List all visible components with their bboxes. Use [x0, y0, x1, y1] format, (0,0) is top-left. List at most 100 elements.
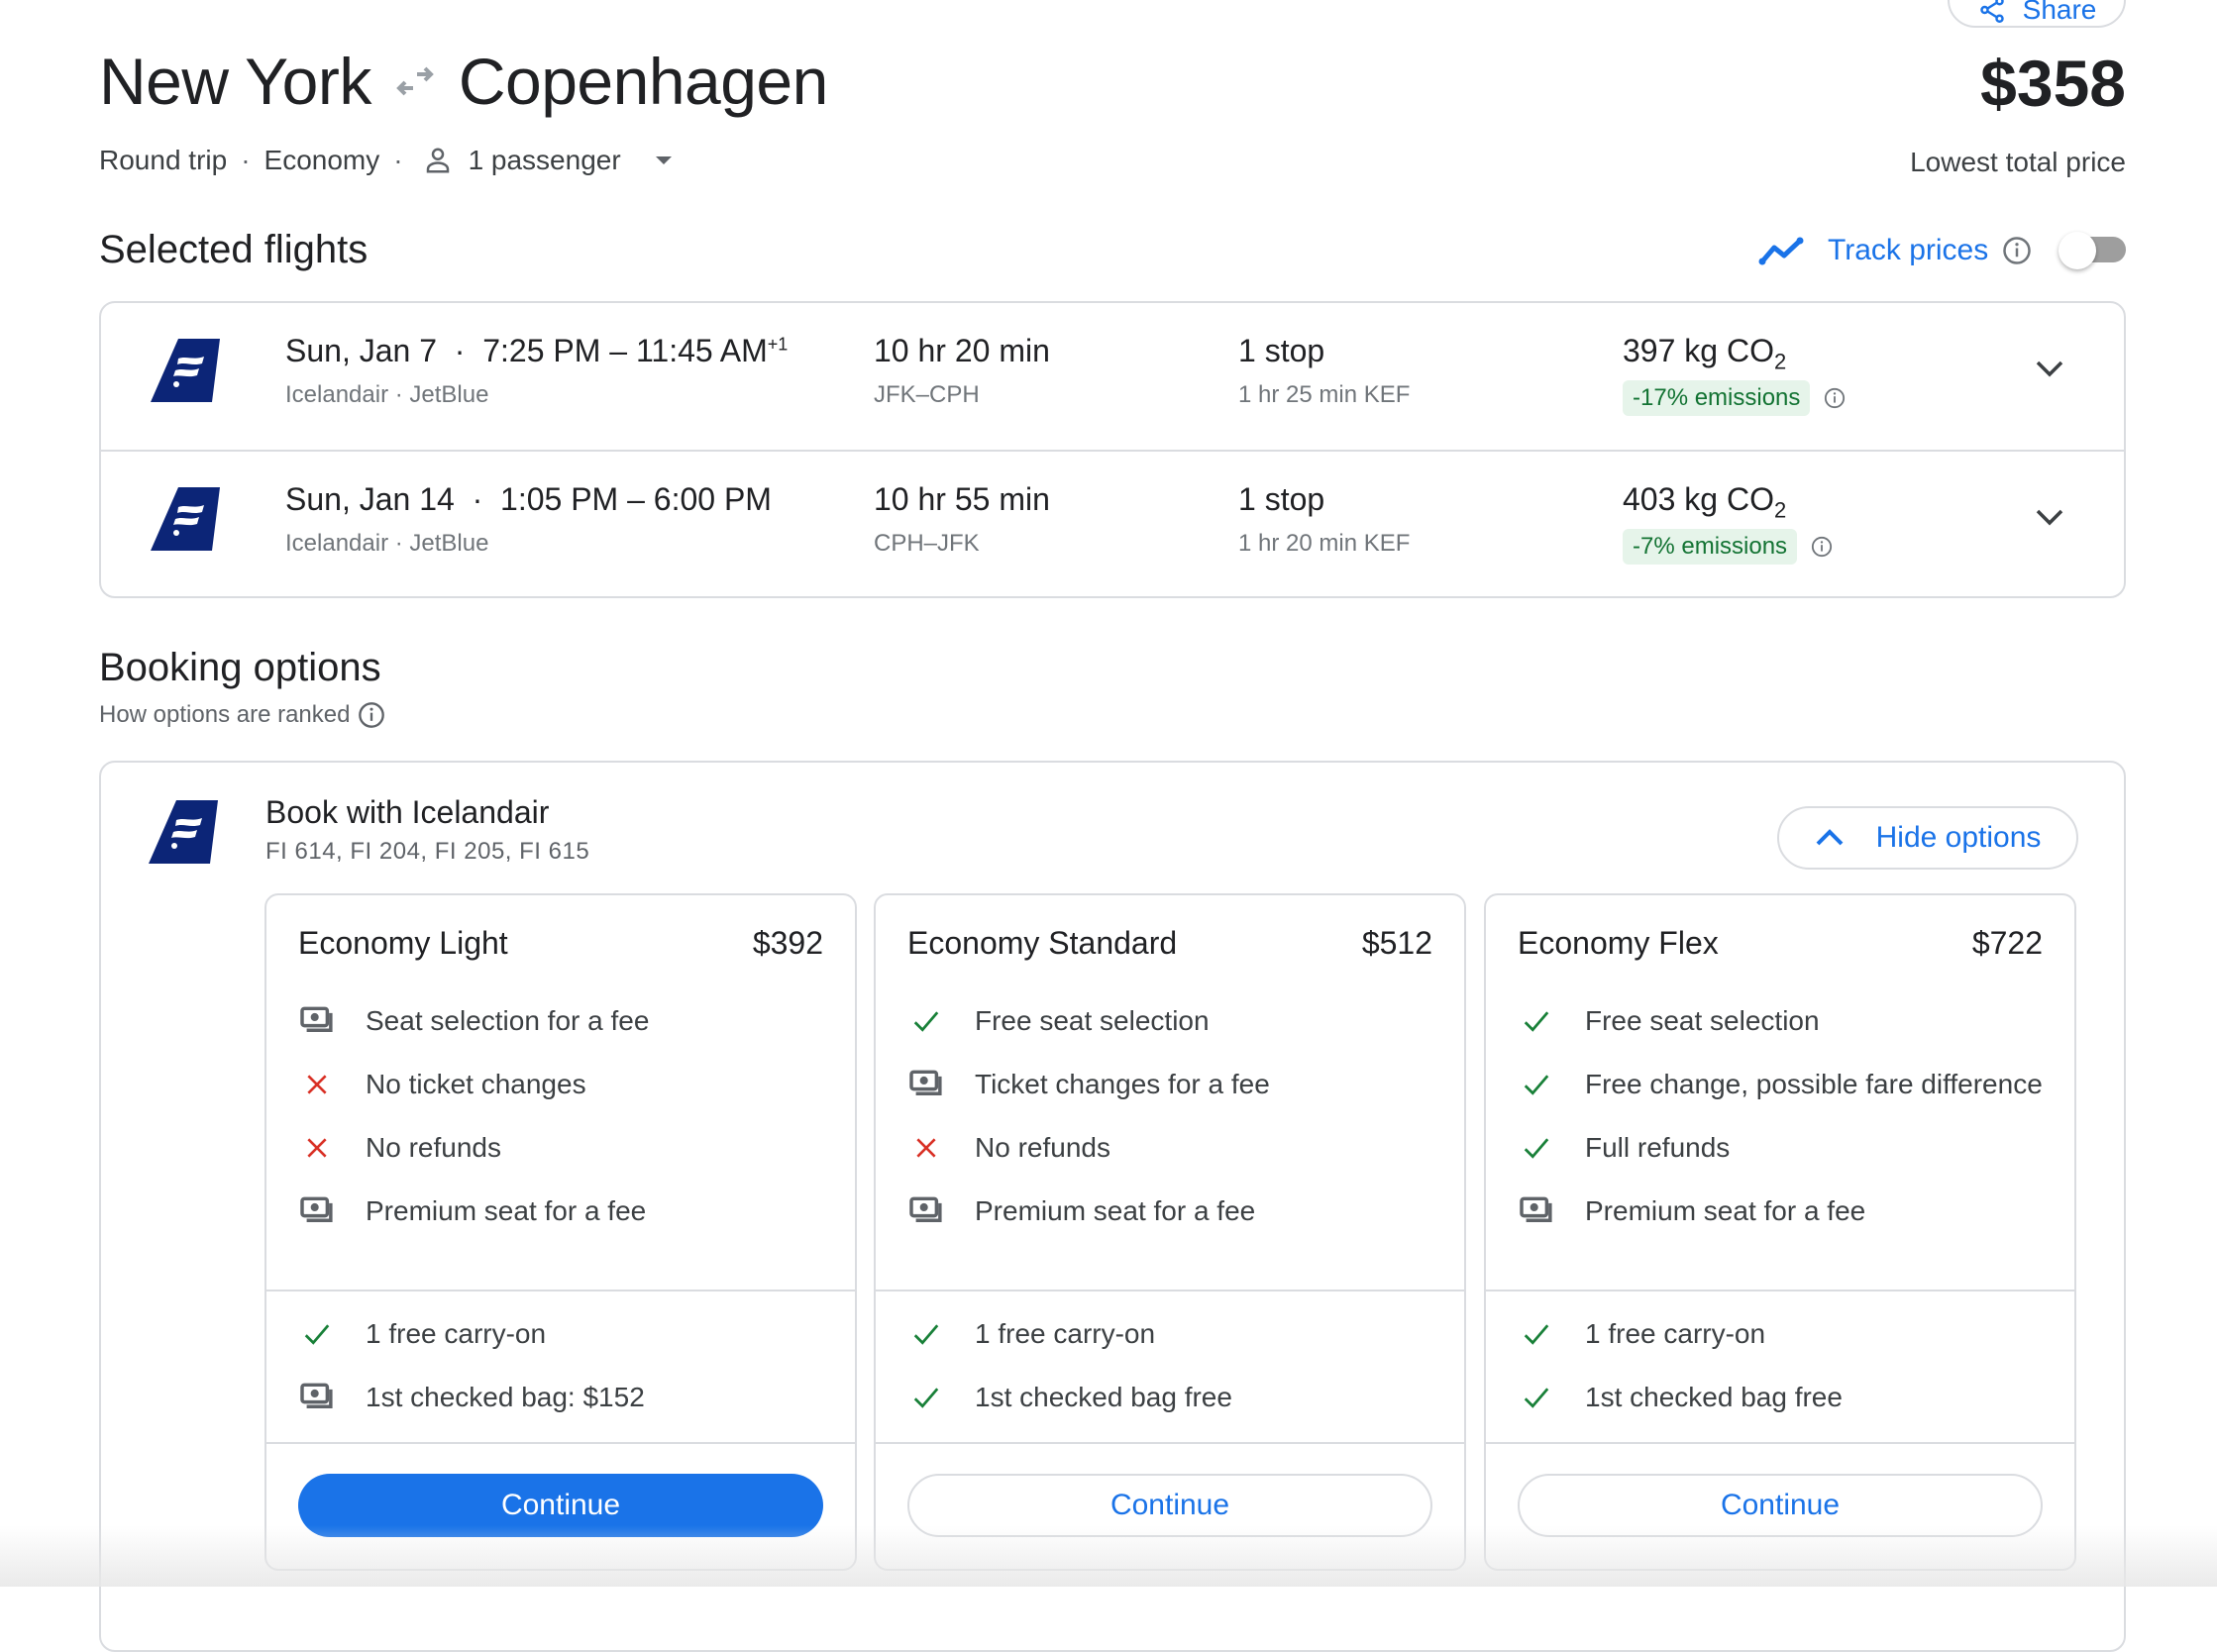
fare-feature: Free change, possible fare difference	[1518, 1066, 2043, 1103]
fare-price: $392	[752, 925, 823, 961]
baggage-feature: 1st checked bag free	[907, 1379, 1432, 1416]
lowest-price: $358	[1980, 47, 2126, 120]
fare-feature: Seat selection for a fee	[298, 1002, 823, 1040]
separator: ·	[393, 145, 403, 175]
share-button[interactable]: Share	[1948, 0, 2126, 28]
baggage-text: 1st checked bag free	[1585, 1382, 1843, 1412]
baggage-feature: 1st checked bag free	[1518, 1379, 2043, 1416]
booking-provider: Book with Icelandair	[265, 794, 550, 830]
icelandair-logo-icon	[151, 339, 220, 402]
fare-feature: Free seat selection	[907, 1002, 1432, 1040]
flight-date-time: Sun, Jan 7 · 7:25 PM – 11:45 AM+1	[285, 333, 788, 369]
fare-feature: Free seat selection	[1518, 1002, 2043, 1040]
divider	[266, 1290, 855, 1291]
trip-options: Round trip · Economy · 1 passenger	[99, 145, 673, 176]
round-trip-arrows-icon	[393, 64, 437, 98]
money-fee-icon	[298, 1379, 336, 1416]
fare-feature: Ticket changes for a fee	[907, 1066, 1432, 1103]
check-icon	[907, 1315, 945, 1353]
trip-type[interactable]: Round trip	[99, 145, 227, 176]
lowest-price-label: Lowest total price	[1910, 147, 2126, 177]
fare-header: Economy Standard $512	[907, 925, 1432, 962]
feature-text: Premium seat for a fee	[366, 1195, 647, 1226]
passenger-selector[interactable]: 1 passenger	[423, 145, 673, 176]
flight-route: CPH–JFK	[874, 530, 980, 557]
ranking-info[interactable]: How options are ranked	[99, 701, 385, 729]
flight-numbers: FI 614, FI 204, FI 205, FI 615	[265, 838, 590, 865]
fare-name: Economy Standard	[907, 925, 1178, 961]
feature-text: Premium seat for a fee	[1585, 1195, 1866, 1226]
day-offset: +1	[767, 334, 789, 355]
fare-feature: Premium seat for a fee	[1518, 1192, 2043, 1230]
flight-times: 7:25 PM – 11:45 AM	[482, 333, 768, 368]
fare-feature: No refunds	[907, 1129, 1432, 1167]
emissions-badge: -7% emissions	[1623, 529, 1798, 566]
co2-subscript: 2	[1773, 349, 1787, 374]
check-icon	[1518, 1129, 1555, 1167]
baggage-feature: 1 free carry-on	[907, 1315, 1432, 1353]
person-icon	[423, 146, 453, 175]
money-fee-icon	[907, 1066, 945, 1103]
track-prices[interactable]: Track prices	[1758, 234, 2032, 267]
booking-options-heading: Booking options	[99, 646, 381, 689]
origin-city: New York	[99, 45, 371, 118]
fare-header: Economy Flex $722	[1518, 925, 2043, 962]
baggage-feature: 1 free carry-on	[298, 1315, 823, 1353]
share-label: Share	[2022, 0, 2097, 25]
expand-chevron-down-icon[interactable]	[2035, 507, 2064, 527]
destination-city: Copenhagen	[458, 45, 829, 118]
co2-amount: 397 kg CO2	[1623, 333, 1846, 374]
feature-text: Seat selection for a fee	[366, 1005, 650, 1036]
baggage-features: 1 free carry-on 1st checked bag free	[1518, 1315, 2043, 1442]
money-fee-icon	[1518, 1192, 1555, 1230]
close-x-icon	[298, 1129, 336, 1167]
continue-button[interactable]: Continue	[298, 1474, 823, 1537]
check-icon	[1518, 1315, 1555, 1353]
info-icon[interactable]	[358, 701, 385, 729]
feature-text: Free change, possible fare difference	[1585, 1069, 2043, 1099]
track-prices-toggle[interactable]	[2059, 232, 2128, 269]
co2-amount: 403 kg CO2	[1623, 481, 1833, 523]
baggage-text: 1st checked bag free	[975, 1382, 1232, 1412]
co2-value: 403 kg CO	[1623, 481, 1774, 517]
feature-text: No ticket changes	[366, 1069, 586, 1099]
selected-flights-heading: Selected flights	[99, 228, 369, 271]
info-icon[interactable]	[2002, 236, 2032, 265]
info-icon[interactable]	[1811, 536, 1833, 558]
co2-subscript: 2	[1773, 497, 1787, 523]
flight-date-time: Sun, Jan 14 · 1:05 PM – 6:00 PM	[285, 481, 772, 518]
feature-text: Full refunds	[1585, 1132, 1731, 1163]
expand-chevron-down-icon[interactable]	[2035, 359, 2064, 378]
flight-row[interactable]: Sun, Jan 14 · 1:05 PM – 6:00 PM Icelanda…	[101, 450, 2124, 598]
info-icon[interactable]	[1824, 387, 1846, 409]
icelandair-logo-icon	[151, 487, 220, 551]
continue-button[interactable]: Continue	[907, 1474, 1432, 1537]
toggle-thumb	[2059, 232, 2096, 269]
separator: ·	[463, 481, 492, 517]
baggage-feature: 1st checked bag: $152	[298, 1379, 823, 1416]
flight-duration: 10 hr 55 min	[874, 481, 1050, 517]
fare-card-economy-flex: Economy Flex $722 Free seat selection Free …	[1484, 893, 2076, 1571]
flight-times: 1:05 PM – 6:00 PM	[500, 481, 772, 517]
separator: ·	[445, 333, 475, 368]
baggage-features: 1 free carry-on 1st checked bag: $152	[298, 1315, 823, 1442]
airlines: Icelandair · JetBlue	[285, 381, 489, 408]
divider	[266, 1442, 855, 1444]
flight-duration: 10 hr 20 min	[874, 333, 1050, 368]
baggage-text: 1 free carry-on	[1585, 1318, 1766, 1349]
cabin-class[interactable]: Economy	[264, 145, 380, 176]
separator: ·	[241, 145, 251, 175]
share-icon	[1977, 0, 2007, 25]
fare-feature: Premium seat for a fee	[298, 1192, 823, 1230]
money-fee-icon	[298, 1192, 336, 1230]
baggage-text: 1 free carry-on	[366, 1318, 547, 1349]
continue-button[interactable]: Continue	[1518, 1474, 2043, 1537]
fare-feature: No ticket changes	[298, 1066, 823, 1103]
hide-options-button[interactable]: Hide options	[1777, 806, 2078, 870]
fare-features: Free seat selection Free change, possible…	[1518, 1002, 2043, 1256]
flight-row[interactable]: Sun, Jan 7 · 7:25 PM – 11:45 AM+1 Icelan…	[101, 303, 2124, 450]
flight-date: Sun, Jan 14	[285, 481, 455, 517]
check-icon	[907, 1002, 945, 1040]
fare-features: Free seat selection Ticket changes for a …	[907, 1002, 1432, 1256]
baggage-features: 1 free carry-on 1st checked bag free	[907, 1315, 1432, 1442]
